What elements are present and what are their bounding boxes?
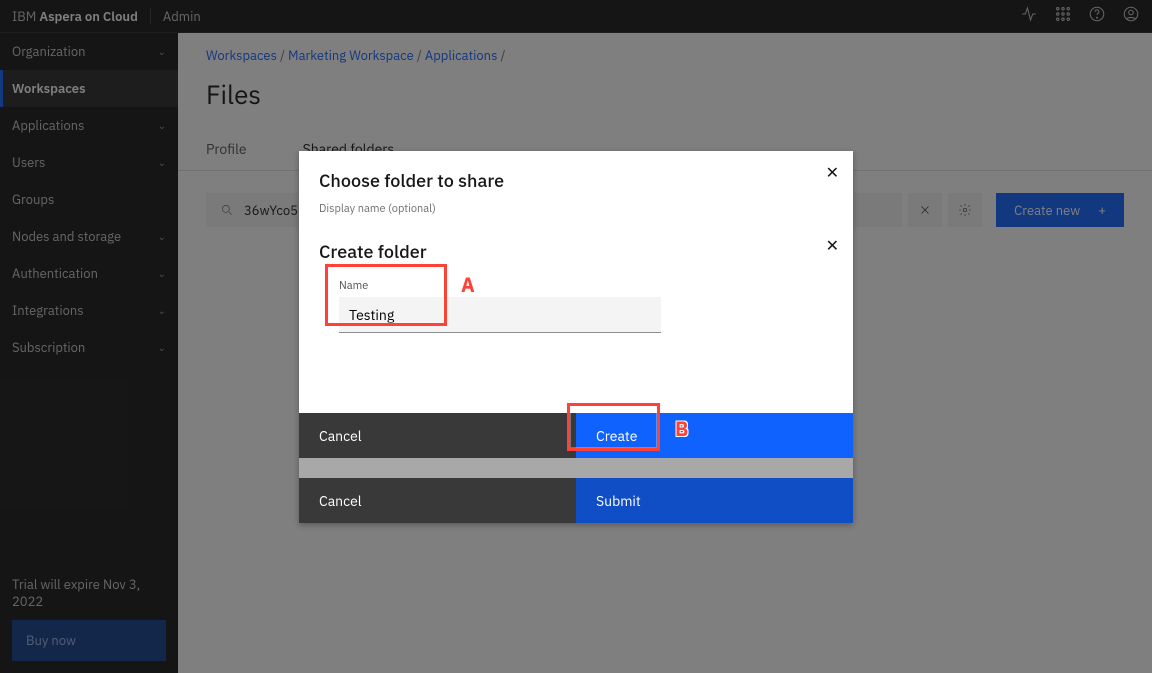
create-folder-modal: Create folder ✕ Name Cancel Create (299, 224, 853, 458)
name-field-label: Name (339, 279, 813, 293)
cancel-button[interactable]: Cancel (299, 413, 576, 458)
close-icon[interactable]: ✕ (826, 236, 839, 256)
create-folder-title: Create folder (299, 224, 853, 275)
create-button[interactable]: Create (576, 413, 853, 458)
submit-button[interactable]: Submit (576, 478, 853, 523)
modal-overlay: Choose folder to share ✕ Display name (o… (0, 0, 1152, 673)
choose-folder-modal: Choose folder to share ✕ Display name (o… (299, 151, 853, 523)
folder-name-input[interactable] (339, 297, 661, 333)
display-name-label: Display name (optional) (299, 202, 853, 224)
choose-folder-title: Choose folder to share (299, 151, 853, 202)
outer-cancel-button[interactable]: Cancel (299, 478, 576, 523)
modal-spacer (299, 458, 853, 478)
close-icon[interactable]: ✕ (826, 163, 839, 183)
